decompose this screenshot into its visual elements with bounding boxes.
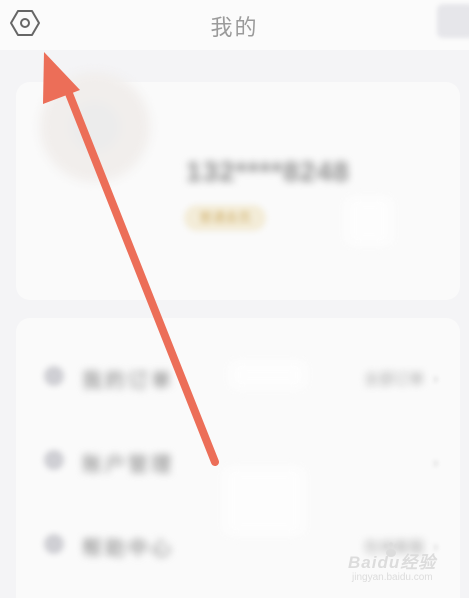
watermark-brand: Baidu经验 — [348, 553, 437, 572]
baidu-watermark: Baidu经验 jingyan.baidu.com — [338, 540, 448, 590]
page-title: 我的 — [210, 16, 259, 41]
menu-item-label: 我的订单 — [82, 370, 174, 392]
watermark-url: jingyan.baidu.com — [352, 572, 433, 583]
orders-icon — [44, 366, 64, 386]
avatar[interactable] — [40, 72, 150, 182]
help-icon — [44, 534, 64, 554]
user-phone: 132****8248 — [186, 156, 350, 187]
chevron-right-icon: › — [433, 370, 438, 386]
menu-decoration — [222, 466, 306, 536]
menu-item-label: 账户管理 — [82, 454, 174, 476]
message-icon[interactable] — [437, 4, 469, 38]
menu-item-value: 全部订单 — [363, 371, 424, 388]
menu-item-label: 帮助中心 — [82, 538, 174, 560]
menu-decoration — [228, 360, 308, 390]
member-badge[interactable]: 普通会员 — [184, 205, 266, 231]
chevron-right-icon: › — [433, 454, 438, 470]
top-bar: 我的 — [0, 0, 469, 50]
account-icon — [44, 450, 64, 470]
profile-card-decoration — [344, 196, 394, 246]
